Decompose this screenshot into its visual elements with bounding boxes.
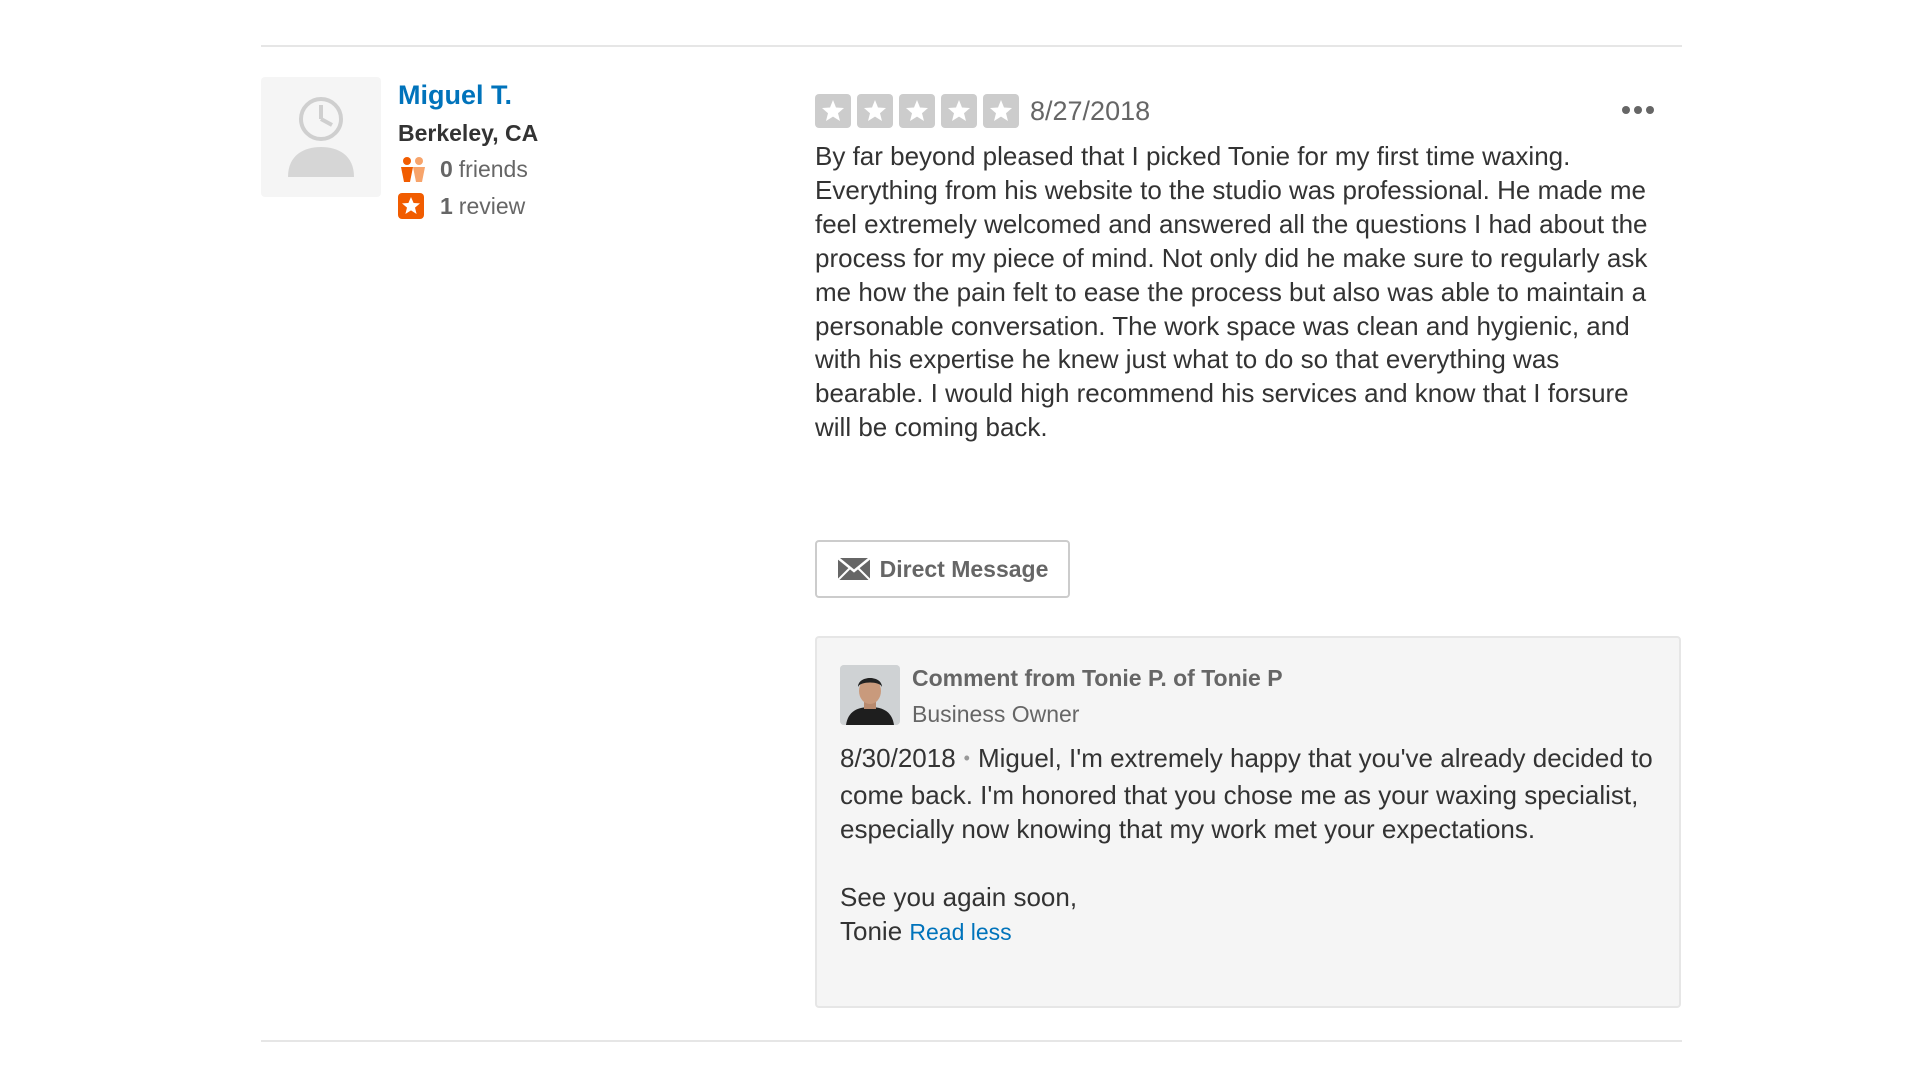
read-less-link[interactable]: Read less — [909, 919, 1011, 945]
owner-comment-body: 8/30/2018 • Miguel, I'm extremely happy th… — [840, 742, 1660, 949]
star-rating — [815, 94, 1019, 128]
friends-count: 0 — [440, 155, 453, 182]
review-text: By far beyond pleased that I picked Toni… — [815, 141, 1648, 443]
owner-photo-image — [840, 665, 900, 725]
owner-signature: Tonie — [840, 915, 903, 946]
owner-comment-closing: See you again soon, — [840, 881, 1078, 912]
user-location: Berkeley, CA — [398, 120, 539, 146]
owner-comment: Comment from Tonie P. of Tonie P Busines… — [815, 636, 1681, 1008]
envelope-icon — [836, 557, 871, 581]
direct-message-label: Direct Message — [879, 555, 1049, 582]
direct-message-button[interactable]: Direct Message — [815, 540, 1070, 598]
owner-photo[interactable] — [840, 665, 900, 725]
bottom-divider — [261, 1040, 1682, 1042]
more-options-button[interactable] — [1620, 96, 1656, 124]
star-icon — [899, 94, 935, 128]
user-avatar[interactable] — [261, 77, 381, 197]
ellipsis-icon — [1622, 106, 1654, 114]
default-user-avatar-icon — [288, 97, 354, 177]
owner-comment-date: 8/30/2018 — [840, 743, 956, 773]
reviews-label: review — [458, 192, 526, 219]
friends-icon — [398, 155, 428, 183]
owner-comment-title: Comment from Tonie P. of Tonie P — [912, 665, 1283, 691]
owner-comment-text: Miguel, I'm extremely happy that you've … — [840, 743, 1653, 844]
review-date: 8/27/2018 — [1030, 96, 1151, 126]
owner-role: Business Owner — [912, 701, 1080, 727]
friends-stat: 0 friends — [398, 153, 528, 185]
star-icon — [857, 94, 893, 128]
dot-separator: • — [963, 748, 970, 768]
user-name-link[interactable]: Miguel T. — [398, 78, 512, 112]
star-icon — [941, 94, 977, 128]
reviews-stat: 1 review — [398, 190, 525, 222]
reviews-count: 1 — [440, 192, 453, 219]
star-icon — [983, 94, 1019, 128]
owner-comment-signature-line: Tonie Read less — [840, 915, 1660, 950]
top-divider — [261, 45, 1682, 47]
review-page: Miguel T. Berkeley, CA 0 friends 1 revie… — [0, 0, 1920, 1080]
star-badge-icon — [398, 192, 428, 220]
owner-comment-paragraph: 8/30/2018 • Miguel, I'm extremely happy th… — [840, 742, 1660, 847]
star-icon — [815, 94, 851, 128]
friends-label: friends — [458, 155, 528, 182]
